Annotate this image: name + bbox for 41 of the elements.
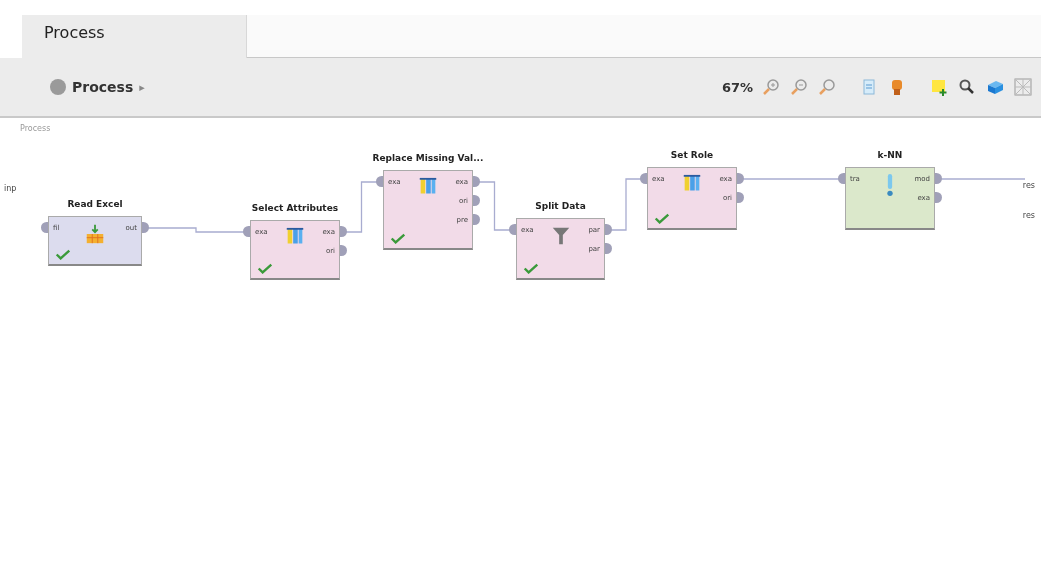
input-port[interactable] xyxy=(243,226,250,237)
grid-icon[interactable] xyxy=(1013,77,1033,97)
breadcrumb-link[interactable]: Process xyxy=(72,79,134,95)
process-tab[interactable]: Process xyxy=(22,15,247,58)
output-port[interactable] xyxy=(473,195,480,206)
output-port[interactable] xyxy=(340,226,347,237)
zoom-level: 67% xyxy=(721,79,753,95)
note-add-icon[interactable] xyxy=(929,77,949,97)
output-port[interactable] xyxy=(737,192,744,203)
marker-icon xyxy=(887,174,893,196)
connection-line xyxy=(478,181,511,231)
input-port[interactable] xyxy=(41,222,48,233)
operator-title: Split Data xyxy=(534,201,587,211)
operator-title: Replace Missing Val... xyxy=(371,153,485,163)
operator-title: k-NN xyxy=(876,150,904,160)
input-port[interactable] xyxy=(640,173,647,184)
output-port[interactable] xyxy=(935,192,942,203)
connection-line xyxy=(345,181,378,233)
port-label: res xyxy=(1022,211,1035,220)
table-import-icon xyxy=(84,223,106,245)
zoom-in-icon[interactable] xyxy=(761,77,781,97)
operator-title: Set Role xyxy=(669,150,715,160)
output-port[interactable] xyxy=(737,173,744,184)
zoom-out-icon[interactable] xyxy=(789,77,809,97)
input-port[interactable] xyxy=(509,224,516,235)
connection-line xyxy=(610,178,642,231)
port-label: res xyxy=(1022,181,1035,190)
operator-title: Select Attributes xyxy=(250,203,340,213)
output-port[interactable] xyxy=(605,243,612,254)
process-circle-icon xyxy=(50,79,66,95)
output-port[interactable] xyxy=(340,245,347,256)
output-port[interactable] xyxy=(142,222,149,233)
input-port[interactable] xyxy=(838,173,845,184)
operator-title: Read Excel xyxy=(66,199,124,209)
canvas-label: Process xyxy=(20,124,51,133)
port-label: inp xyxy=(4,184,17,193)
output-port[interactable] xyxy=(473,176,480,187)
output-port[interactable] xyxy=(935,173,942,184)
input-port[interactable] xyxy=(376,176,383,187)
output-port[interactable] xyxy=(473,214,480,225)
output-port[interactable] xyxy=(605,224,612,235)
